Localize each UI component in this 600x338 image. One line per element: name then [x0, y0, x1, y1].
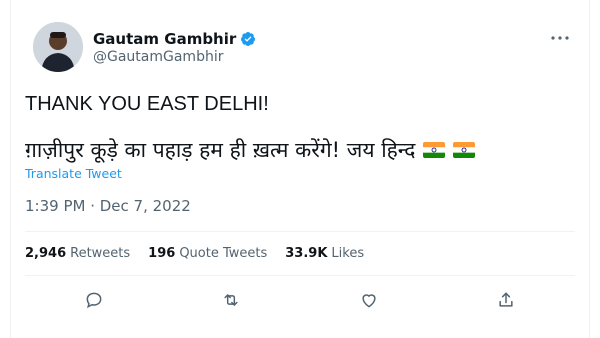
quote-tweets-stat[interactable]: 196 Quote Tweets: [148, 246, 267, 261]
likes-count: 33.9K: [285, 246, 328, 261]
tweet-text-hindi: ग़ाज़ीपुर कूड़े का पहाड़ हम ही ख़त्म करे…: [25, 138, 416, 162]
share-icon[interactable]: [494, 288, 518, 312]
retweet-icon[interactable]: [219, 288, 243, 312]
like-icon[interactable]: [357, 288, 381, 312]
author-name[interactable]: Gautam Gambhir: [93, 30, 256, 48]
author-handle[interactable]: @GautamGambhir: [93, 49, 223, 65]
quote-tweets-count: 196: [148, 246, 176, 261]
translate-tweet-link[interactable]: Translate Tweet: [25, 166, 122, 181]
likes-label: Likes: [331, 246, 365, 261]
author-name-text: Gautam Gambhir: [93, 30, 237, 48]
likes-stat[interactable]: 33.9K Likes: [285, 246, 364, 261]
retweets-label: Retweets: [70, 246, 131, 261]
more-icon[interactable]: [549, 28, 571, 48]
tweet-text-line-2: ग़ाज़ीपुर कूड़े का पहाड़ हम ही ख़त्म करे…: [25, 136, 476, 164]
divider: [25, 275, 575, 276]
reply-icon[interactable]: [82, 288, 106, 312]
india-flag-icon: [423, 142, 446, 158]
tweet-card: Gautam Gambhir @GautamGambhir THANK YOU …: [10, 0, 590, 338]
tweet-text-line-1: THANK YOU EAST DELHI!: [25, 93, 269, 115]
verified-badge-icon: [240, 31, 256, 47]
tweet-timestamp[interactable]: 1:39 PM · Dec 7, 2022: [25, 197, 191, 215]
retweets-stat[interactable]: 2,946 Retweets: [25, 246, 130, 261]
tweet-actions: [25, 288, 575, 312]
retweets-count: 2,946: [25, 246, 67, 261]
avatar[interactable]: [33, 22, 83, 72]
quote-tweets-label: Quote Tweets: [179, 246, 268, 261]
divider: [25, 231, 575, 232]
tweet-stats: 2,946 Retweets 196 Quote Tweets 33.9K Likes: [25, 246, 364, 261]
india-flag-icon: [453, 142, 476, 158]
